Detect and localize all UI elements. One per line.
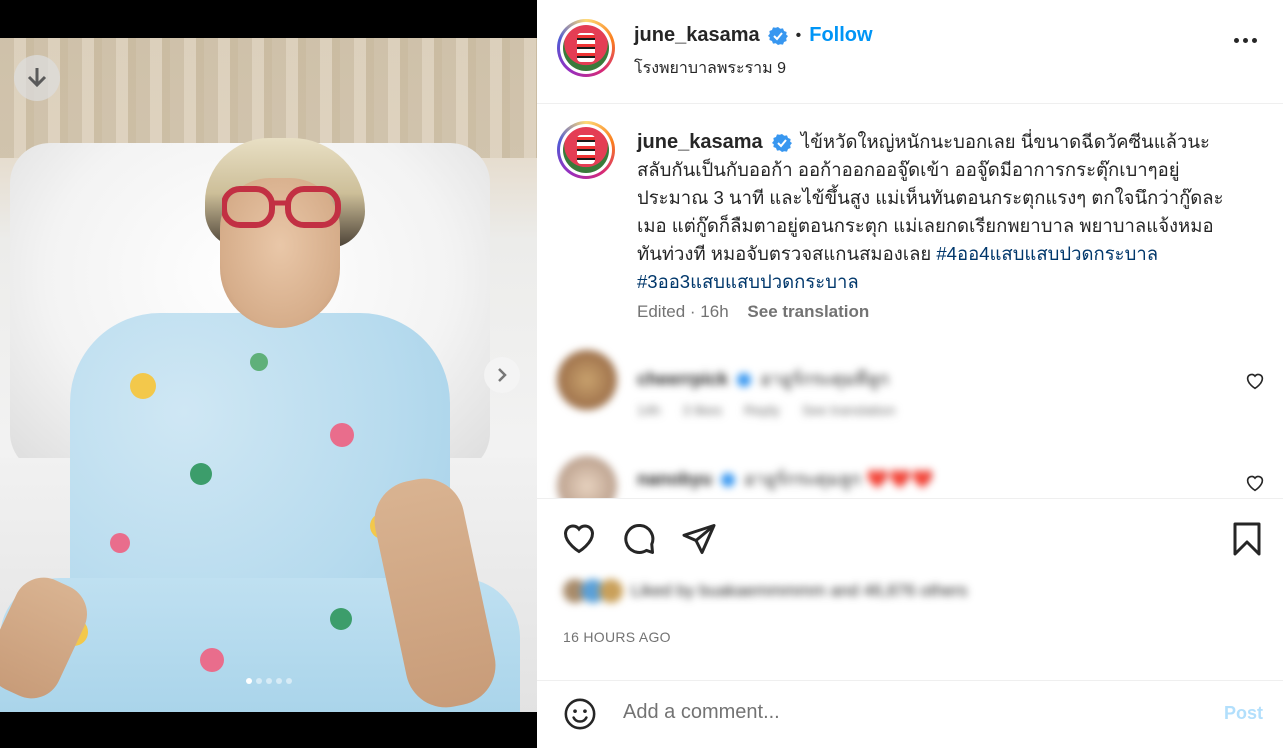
download-icon xyxy=(27,68,47,88)
post-timestamp: 16 HOURS AGO xyxy=(563,629,671,645)
caption-username[interactable]: june_kasama xyxy=(637,131,763,153)
comment-composer: Add a comment... Post xyxy=(537,680,1283,748)
share-icon[interactable] xyxy=(681,521,717,557)
carousel-dot xyxy=(265,678,272,684)
comment-reply-button[interactable]: Reply xyxy=(744,402,780,418)
comment-avatar[interactable] xyxy=(557,456,617,498)
post-actions: Liked by buakaemmmmm and 46,876 others 1… xyxy=(537,498,1283,648)
verified-badge-icon xyxy=(771,134,792,153)
more-options-icon[interactable] xyxy=(1234,38,1257,43)
caption-meta: Edited · 16h See translation xyxy=(637,302,869,322)
post-comment-button[interactable]: Post xyxy=(1224,703,1263,724)
comment-emoji: ❤️❤️❤️ xyxy=(866,469,934,489)
comment-likes[interactable]: 3 likes xyxy=(682,402,722,418)
download-button[interactable] xyxy=(14,55,60,101)
carousel-dot xyxy=(285,678,292,684)
post-media xyxy=(0,0,537,748)
caption-avatar[interactable] xyxy=(557,121,615,179)
post-caption: june_kasama ไข้หวัดใหญ่หนักนะบอกเลย นี่ข… xyxy=(637,128,1227,296)
likes-summary[interactable]: Liked by buakaemmmmm and 46,876 others xyxy=(563,579,967,603)
carousel-dot xyxy=(275,678,282,684)
hashtag-link[interactable]: #4ออ4แสบแสบปวดกระบาล xyxy=(936,243,1158,264)
comment-item: nanobyu อาอูร์กระดุมลูก ❤️❤️❤️ xyxy=(537,450,1283,498)
heart-icon[interactable] xyxy=(1245,474,1265,492)
comment-avatar[interactable] xyxy=(557,350,617,410)
author-username[interactable]: june_kasama xyxy=(634,24,760,47)
post-location[interactable]: โรงพยาบาลพระราม 9 xyxy=(634,56,786,81)
likes-text: Liked by buakaemmmmm and 46,876 others xyxy=(631,581,968,600)
carousel-dot xyxy=(255,678,262,684)
verified-badge-icon xyxy=(767,26,788,45)
post-photo[interactable] xyxy=(0,38,537,712)
post-header: june_kasama • Follow โรงพยาบาลพระราม 9 xyxy=(537,0,1283,104)
separator-bullet: • xyxy=(795,26,802,44)
bookmark-icon[interactable] xyxy=(1231,521,1263,557)
edited-timestamp: Edited · 16h xyxy=(637,302,729,321)
chevron-right-icon xyxy=(498,368,507,382)
glasses xyxy=(222,186,341,228)
comment-username[interactable]: cheerrpick xyxy=(637,369,728,389)
comment-input[interactable]: Add a comment... xyxy=(623,701,780,724)
carousel-dot xyxy=(245,678,252,684)
comment-item: cheerrpick อาอูร์กระดุมทีลูก 14h 3 likes… xyxy=(537,348,1283,420)
comment-text: อาอูร์กระดุมลูก xyxy=(744,469,862,489)
verified-badge-icon xyxy=(721,473,736,488)
comment-username[interactable]: nanobyu xyxy=(637,469,712,489)
carousel-indicator xyxy=(0,678,537,684)
comment-translate-button[interactable]: See translation xyxy=(802,402,895,418)
heart-icon[interactable] xyxy=(561,521,597,555)
author-avatar[interactable] xyxy=(557,19,615,77)
comment-icon[interactable] xyxy=(621,521,657,557)
follow-button[interactable]: Follow xyxy=(809,24,872,47)
verified-badge-icon xyxy=(737,373,752,388)
see-translation-button[interactable]: See translation xyxy=(747,302,869,321)
heart-icon[interactable] xyxy=(1245,372,1265,390)
liker-avatar xyxy=(599,579,623,603)
comment-text: อาอูร์กระดุมทีลูก xyxy=(760,369,890,389)
post-side-panel: june_kasama • Follow โรงพยาบาลพระราม 9 j… xyxy=(537,0,1283,748)
comment-age: 14h xyxy=(637,402,661,418)
hashtag-link[interactable]: #3ออ3แสบแสบปวดกระบาล xyxy=(637,271,859,292)
emoji-icon[interactable] xyxy=(563,697,597,731)
carousel-next-button[interactable] xyxy=(484,357,520,393)
